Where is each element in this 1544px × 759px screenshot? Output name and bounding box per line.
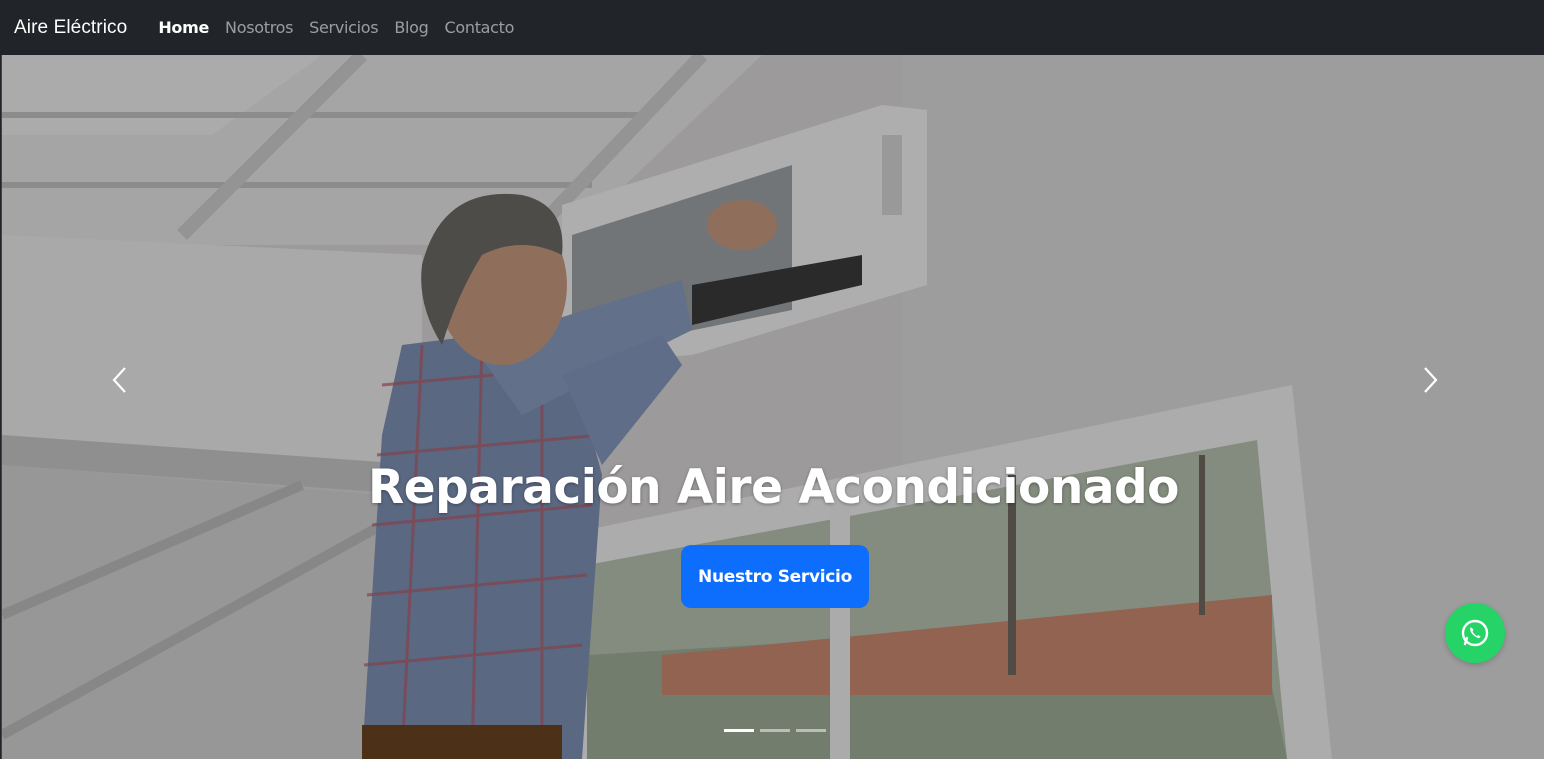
nav-link-contacto[interactable]: Contacto xyxy=(437,18,523,37)
nav-link-nosotros[interactable]: Nosotros xyxy=(217,18,301,37)
whatsapp-button[interactable] xyxy=(1445,603,1505,663)
carousel-next-button[interactable] xyxy=(1410,360,1450,400)
hero-carousel: Reparación Aire Acondicionado Nuestro Se… xyxy=(1,55,1544,759)
hero-dark-overlay xyxy=(2,55,1544,759)
nav-link-blog[interactable]: Blog xyxy=(386,18,436,37)
nav-links: Home Nosotros Servicios Blog Contacto xyxy=(150,18,522,37)
whatsapp-icon xyxy=(1461,619,1489,647)
hero-title: Reparación Aire Acondicionado xyxy=(368,460,1179,515)
carousel-caption: Reparación Aire Acondicionado xyxy=(2,460,1544,515)
nuestro-servicio-button[interactable]: Nuestro Servicio xyxy=(681,545,869,608)
nav-link-servicios[interactable]: Servicios xyxy=(301,18,386,37)
carousel-indicator-2[interactable] xyxy=(760,729,790,732)
carousel-indicator-1[interactable] xyxy=(724,729,754,732)
navbar: Aire Eléctrico Home Nosotros Servicios B… xyxy=(0,0,1544,55)
carousel-prev-button[interactable] xyxy=(100,360,140,400)
brand-logo[interactable]: Aire Eléctrico xyxy=(14,17,127,39)
nav-link-home[interactable]: Home xyxy=(150,18,217,37)
carousel-indicators xyxy=(724,729,826,732)
chevron-right-icon xyxy=(1424,367,1438,393)
carousel-indicator-3[interactable] xyxy=(796,729,826,732)
chevron-left-icon xyxy=(112,367,126,393)
